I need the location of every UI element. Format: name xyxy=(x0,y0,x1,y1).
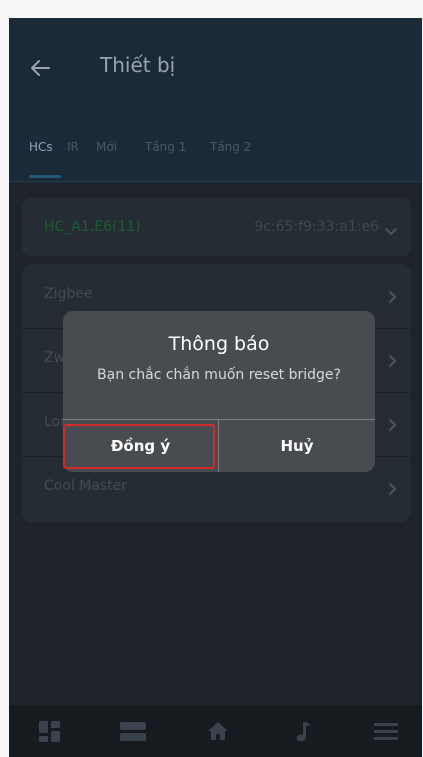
list-item-label: Zigbee xyxy=(44,286,93,302)
header-divider xyxy=(9,181,422,182)
list-item-label: Cool Master xyxy=(44,478,128,494)
devices-icon[interactable] xyxy=(119,717,147,745)
chevron-right-icon xyxy=(387,353,397,372)
chevron-right-icon xyxy=(387,417,397,436)
active-tab-indicator xyxy=(29,175,61,178)
hc-name: HC_A1.E6(11) xyxy=(44,219,141,235)
tab-tang-1[interactable]: Tầng 1 xyxy=(145,140,186,154)
chevron-right-icon xyxy=(387,481,397,500)
dialog-title: Thông báo xyxy=(168,333,270,355)
hc-mac-address: 9c:65:f9:33:a1:e6 xyxy=(254,219,379,235)
music-icon[interactable] xyxy=(289,717,317,745)
chevron-right-icon xyxy=(387,289,397,308)
tab-hcs[interactable]: HCs xyxy=(29,140,53,154)
tab-moi[interactable]: Mới xyxy=(96,140,117,154)
dashboard-icon[interactable] xyxy=(36,717,64,745)
chevron-down-icon xyxy=(385,222,397,241)
tab-ir[interactable]: IR xyxy=(67,140,79,154)
dialog-message: Bạn chắc chắn muốn reset bridge? xyxy=(97,367,341,383)
bottom-nav xyxy=(9,705,422,757)
menu-icon[interactable] xyxy=(372,717,400,745)
hc-selector[interactable]: HC_A1.E6(11) 9c:65:f9:33:a1:e6 xyxy=(22,198,411,256)
highlight-box xyxy=(63,424,215,469)
header: Thiết bị xyxy=(9,18,422,183)
page-title: Thiết bị xyxy=(100,53,176,77)
back-arrow-icon[interactable] xyxy=(27,54,55,82)
cancel-button[interactable]: Huỷ xyxy=(219,420,375,472)
app-screen: Thiết bị HCs IR Mới Tầng 1 Tầng 2 HC_A1.… xyxy=(9,18,422,757)
home-icon[interactable] xyxy=(204,717,232,745)
tab-tang-2[interactable]: Tầng 2 xyxy=(210,140,251,154)
